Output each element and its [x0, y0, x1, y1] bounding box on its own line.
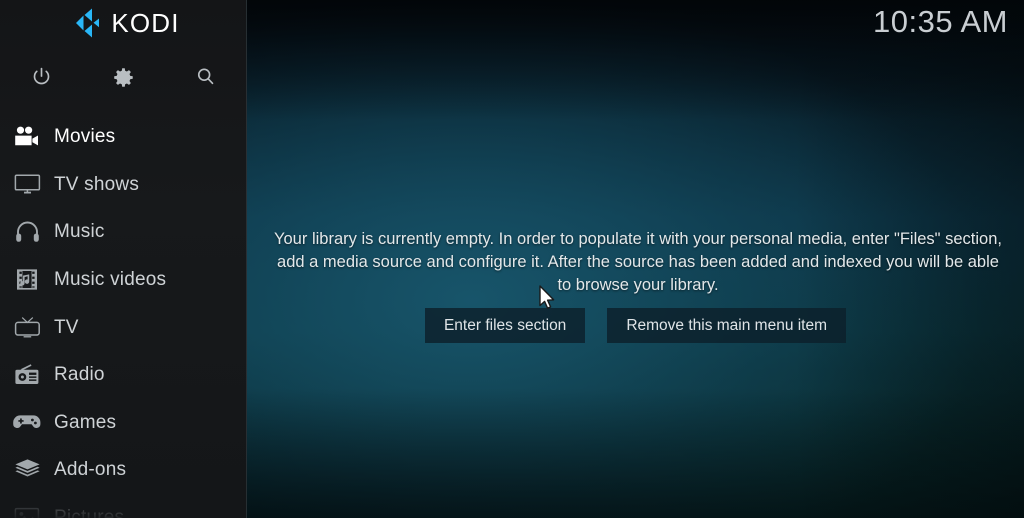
sidebar-item-radio[interactable]: Radio	[0, 351, 246, 399]
search-button[interactable]	[164, 56, 246, 96]
sidebar: KODI Movies TV shows Music Music videos …	[0, 0, 247, 518]
clock: 10:35 AM	[873, 4, 1008, 39]
top-toolbar	[0, 56, 246, 96]
power-button[interactable]	[0, 56, 82, 96]
sidebar-item-music[interactable]: Music	[0, 208, 246, 256]
sidebar-item-games[interactable]: Games	[0, 399, 246, 447]
music-film-icon	[0, 268, 54, 291]
pictures-icon	[0, 507, 54, 518]
retro-tv-icon	[0, 316, 54, 339]
addons-boxes-icon	[0, 458, 54, 481]
brand-header: KODI	[0, 0, 246, 46]
sidebar-item-tv[interactable]: TV	[0, 303, 246, 351]
gamepad-icon	[0, 412, 54, 432]
sidebar-item-label: Add-ons	[54, 459, 127, 481]
sidebar-item-movies[interactable]: Movies	[0, 113, 246, 161]
remove-menu-item-button[interactable]: Remove this main menu item	[607, 308, 847, 343]
enter-files-section-button[interactable]: Enter files section	[424, 308, 586, 343]
sidebar-item-label: Movies	[54, 126, 116, 148]
power-icon	[31, 66, 52, 87]
main-content: Your library is currently empty. In orde…	[247, 0, 1024, 518]
sidebar-item-tv-shows[interactable]: TV shows	[0, 161, 246, 209]
sidebar-menu: Movies TV shows Music Music videos TV Ra…	[0, 113, 246, 518]
sidebar-item-label: Radio	[54, 364, 105, 386]
tv-monitor-icon	[0, 173, 54, 195]
movie-camera-icon	[0, 126, 54, 148]
gear-icon	[113, 66, 134, 87]
sidebar-item-label: TV shows	[54, 173, 140, 195]
brand-name: KODI	[111, 8, 180, 38]
settings-button[interactable]	[82, 56, 164, 96]
sidebar-item-label: Music videos	[54, 269, 167, 291]
headphones-icon	[0, 220, 54, 243]
search-icon	[195, 66, 216, 87]
sidebar-item-label: Pictures	[54, 507, 125, 518]
kodi-logo-icon	[67, 8, 101, 38]
empty-library-message: Your library is currently empty. In orde…	[274, 230, 1002, 294]
sidebar-item-add-ons[interactable]: Add-ons	[0, 446, 246, 494]
radio-icon	[0, 363, 54, 386]
sidebar-item-label: Games	[54, 411, 117, 433]
sidebar-item-label: TV	[54, 316, 79, 338]
kodi-home-screen: 10:35 AM Your library is currently empty…	[0, 0, 1024, 518]
sidebar-item-music-videos[interactable]: Music videos	[0, 256, 246, 304]
action-button-row: Enter files section Remove this main men…	[247, 308, 1024, 343]
sidebar-item-label: Music	[54, 221, 105, 243]
sidebar-item-pictures[interactable]: Pictures	[0, 494, 246, 518]
